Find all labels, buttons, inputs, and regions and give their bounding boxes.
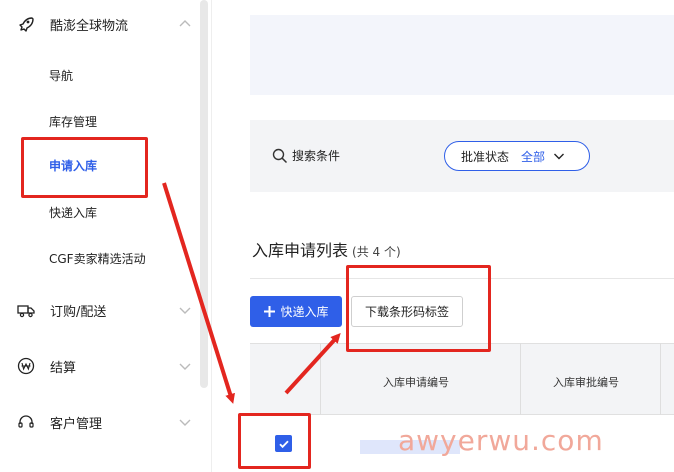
watermark: awyerwu.com: [398, 424, 604, 457]
arrow-to-checkbox: [162, 182, 235, 404]
arrow-to-barcode-button: [284, 333, 341, 395]
annotation-arrows: [162, 182, 341, 404]
